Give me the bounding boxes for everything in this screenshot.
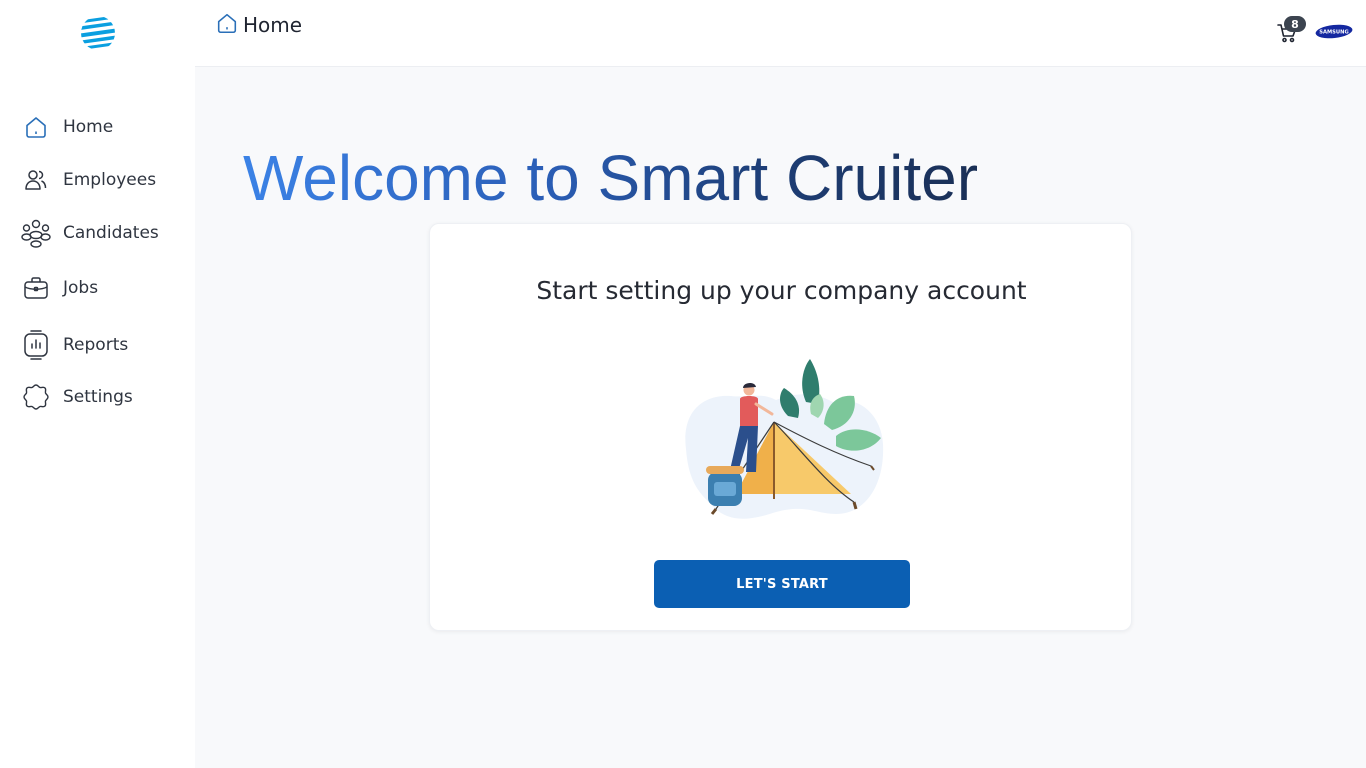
sidebar-item-settings[interactable]: Settings [18, 379, 133, 415]
group-icon [18, 215, 54, 251]
sidebar-item-jobs[interactable]: Jobs [18, 270, 98, 306]
sidebar-item-label: Settings [63, 387, 133, 407]
top-bar: Home 8 SAMSUNG [195, 0, 1366, 67]
cart-count-badge: 8 [1284, 16, 1306, 32]
sidebar: Home Employees Candidates Jobs Reports S… [0, 0, 195, 768]
breadcrumb[interactable]: Home [215, 12, 302, 38]
setup-card: Start setting up your company account LE… [429, 223, 1132, 631]
gear-icon [18, 379, 54, 415]
att-logo-icon[interactable] [80, 15, 116, 51]
brand-logo-text: SAMSUNG [1319, 29, 1348, 35]
sidebar-item-label: Employees [63, 170, 157, 190]
sidebar-item-label: Candidates [63, 223, 159, 243]
report-icon [18, 327, 54, 363]
home-icon [18, 109, 54, 145]
breadcrumb-label: Home [243, 13, 303, 37]
samsung-logo-icon[interactable]: SAMSUNG [1315, 24, 1353, 39]
people-icon [18, 162, 54, 198]
home-icon [215, 11, 239, 39]
sidebar-item-candidates[interactable]: Candidates [18, 215, 159, 251]
sidebar-item-employees[interactable]: Employees [18, 162, 156, 198]
sidebar-item-label: Reports [63, 335, 129, 355]
lets-start-button[interactable]: LET'S START [654, 560, 910, 608]
sidebar-item-home[interactable]: Home [18, 109, 113, 145]
sidebar-item-label: Jobs [63, 278, 99, 298]
card-title: Start setting up your company account [536, 276, 1027, 305]
camping-illustration-icon [685, 359, 884, 519]
briefcase-icon [18, 270, 54, 306]
sidebar-item-reports[interactable]: Reports [18, 327, 128, 363]
sidebar-item-label: Home [63, 117, 114, 137]
page-title: Welcome to Smart Cruiter [243, 142, 978, 214]
